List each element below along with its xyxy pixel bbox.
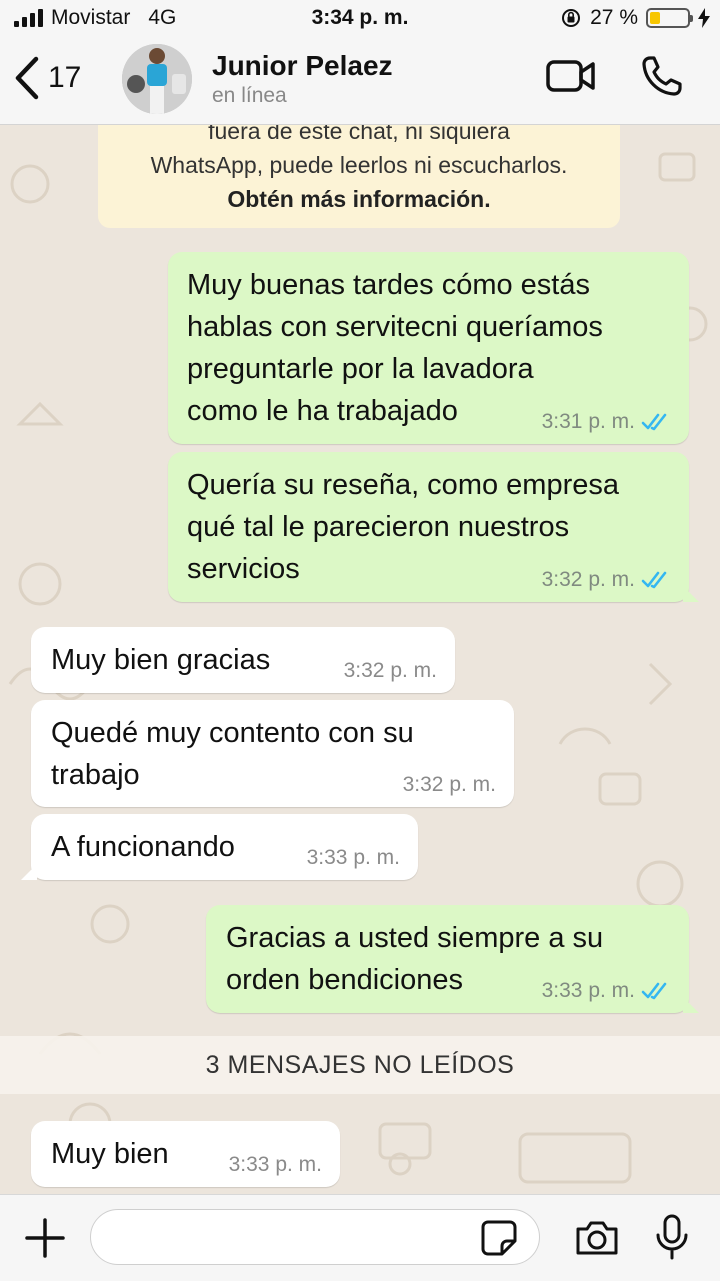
message-bubble-incoming[interactable]: Muy bien gracias 3:32 p. m.: [31, 627, 455, 693]
message-meta: 3:33 p. m.: [307, 846, 400, 870]
message-input-bar: [0, 1194, 720, 1281]
bubble-tail: [683, 586, 699, 602]
message-meta: 3:31 p. m.: [542, 410, 671, 434]
message-input[interactable]: [90, 1209, 540, 1265]
message-time: 3:31 p. m.: [541, 410, 635, 433]
bubble-tail: [21, 864, 37, 880]
orientation-lock-icon: [562, 9, 581, 27]
message-time: 3:33 p. m.: [228, 1153, 322, 1176]
message-meta: 3:33 p. m.: [229, 1153, 322, 1177]
status-bar: Movistar 4G 3:34 p. m. 27 %: [0, 0, 720, 40]
message-time: 3:32 p. m.: [402, 773, 496, 796]
message-time: 3:33 p. m.: [541, 979, 635, 1002]
back-button[interactable]: 17: [14, 56, 81, 100]
message-meta: 3:32 p. m.: [542, 568, 671, 592]
read-receipt-icon: [641, 413, 667, 431]
message-line: hablas con servitecni queríamos: [187, 311, 603, 343]
contact-status: en línea: [212, 84, 287, 107]
message-bubble-outgoing[interactable]: Muy buenas tardes cómo estás hablas con …: [168, 252, 689, 444]
contact-info[interactable]: Junior Pelaez en línea: [212, 50, 393, 108]
status-left: Movistar 4G: [14, 6, 176, 30]
encryption-notice[interactable]: fuera de este chat, ni siquiera WhatsApp…: [98, 124, 620, 228]
phone-icon: [642, 56, 682, 96]
message-meta: 3:32 p. m.: [403, 773, 496, 797]
network-type-label: 4G: [148, 6, 177, 29]
plus-icon: [25, 1218, 65, 1258]
video-call-icon: [546, 60, 595, 92]
camera-icon: [576, 1221, 618, 1255]
contact-avatar[interactable]: [122, 44, 192, 114]
microphone-icon: [656, 1214, 688, 1260]
message-meta: 3:32 p. m.: [344, 659, 437, 683]
chevron-left-icon: [15, 56, 39, 100]
status-right: 27 %: [560, 6, 710, 30]
message-time: 3:33 p. m.: [306, 846, 400, 869]
bubble-tail: [683, 997, 699, 1013]
message-bubble-incoming[interactable]: A funcionando 3:33 p. m.: [21, 814, 418, 880]
carrier-label: Movistar: [51, 6, 131, 29]
voice-call-button[interactable]: [640, 54, 684, 103]
message-bubble-outgoing[interactable]: Gracias a usted siempre a su orden bendi…: [206, 905, 699, 1013]
message-meta: 3:33 p. m.: [542, 979, 671, 1003]
read-receipt-icon: [641, 571, 667, 589]
unread-messages-divider: 3 MENSAJES NO LEÍDOS: [0, 1036, 720, 1094]
learn-more-link[interactable]: Obtén más información.: [98, 182, 620, 216]
chat-header: 17 Junior Pelaez en línea: [0, 40, 720, 125]
chat-area[interactable]: fuera de este chat, ni siquiera WhatsApp…: [0, 124, 720, 1194]
message-line: Muy buenas tardes cómo estás: [187, 269, 590, 301]
camera-button[interactable]: [574, 1219, 620, 1262]
message-line: Gracias a usted siempre a su: [226, 922, 604, 954]
battery-icon: [646, 8, 693, 28]
unread-chats-count: 17: [48, 61, 82, 94]
voice-message-button[interactable]: [654, 1213, 690, 1266]
charging-bolt-icon: [698, 8, 710, 28]
contact-name: Junior Pelaez: [212, 50, 393, 81]
message-time: 3:32 p. m.: [541, 568, 635, 591]
attach-button[interactable]: [24, 1217, 66, 1264]
video-call-button[interactable]: [546, 56, 596, 101]
message-line: qué tal le parecieron nuestros: [187, 511, 570, 543]
message-time: 3:32 p. m.: [343, 659, 437, 682]
message-bubble-incoming[interactable]: Quedé muy contento con su trabajo 3:32 p…: [31, 700, 514, 807]
notice-line-1: fuera de este chat, ni siquiera: [208, 124, 510, 144]
message-line: preguntarle por la lavadora: [187, 353, 534, 385]
message-line: Quería su reseña, como empresa: [187, 469, 619, 501]
avatar-photo: [122, 44, 192, 114]
message-line: Quedé muy contento con su: [51, 717, 414, 749]
message-bubble-outgoing[interactable]: Quería su reseña, como empresa qué tal l…: [168, 452, 699, 602]
read-receipt-icon: [641, 982, 667, 1000]
notice-line-2: WhatsApp, puede leerlos ni escucharlos.: [150, 152, 568, 178]
battery-percent: 27 %: [590, 6, 638, 29]
sticker-icon: [481, 1220, 517, 1256]
sticker-button[interactable]: [480, 1219, 518, 1262]
signal-icon: [14, 9, 43, 27]
message-bubble-incoming[interactable]: Muy bien 3:33 p. m.: [31, 1121, 340, 1187]
battery-level-fill: [650, 12, 660, 24]
